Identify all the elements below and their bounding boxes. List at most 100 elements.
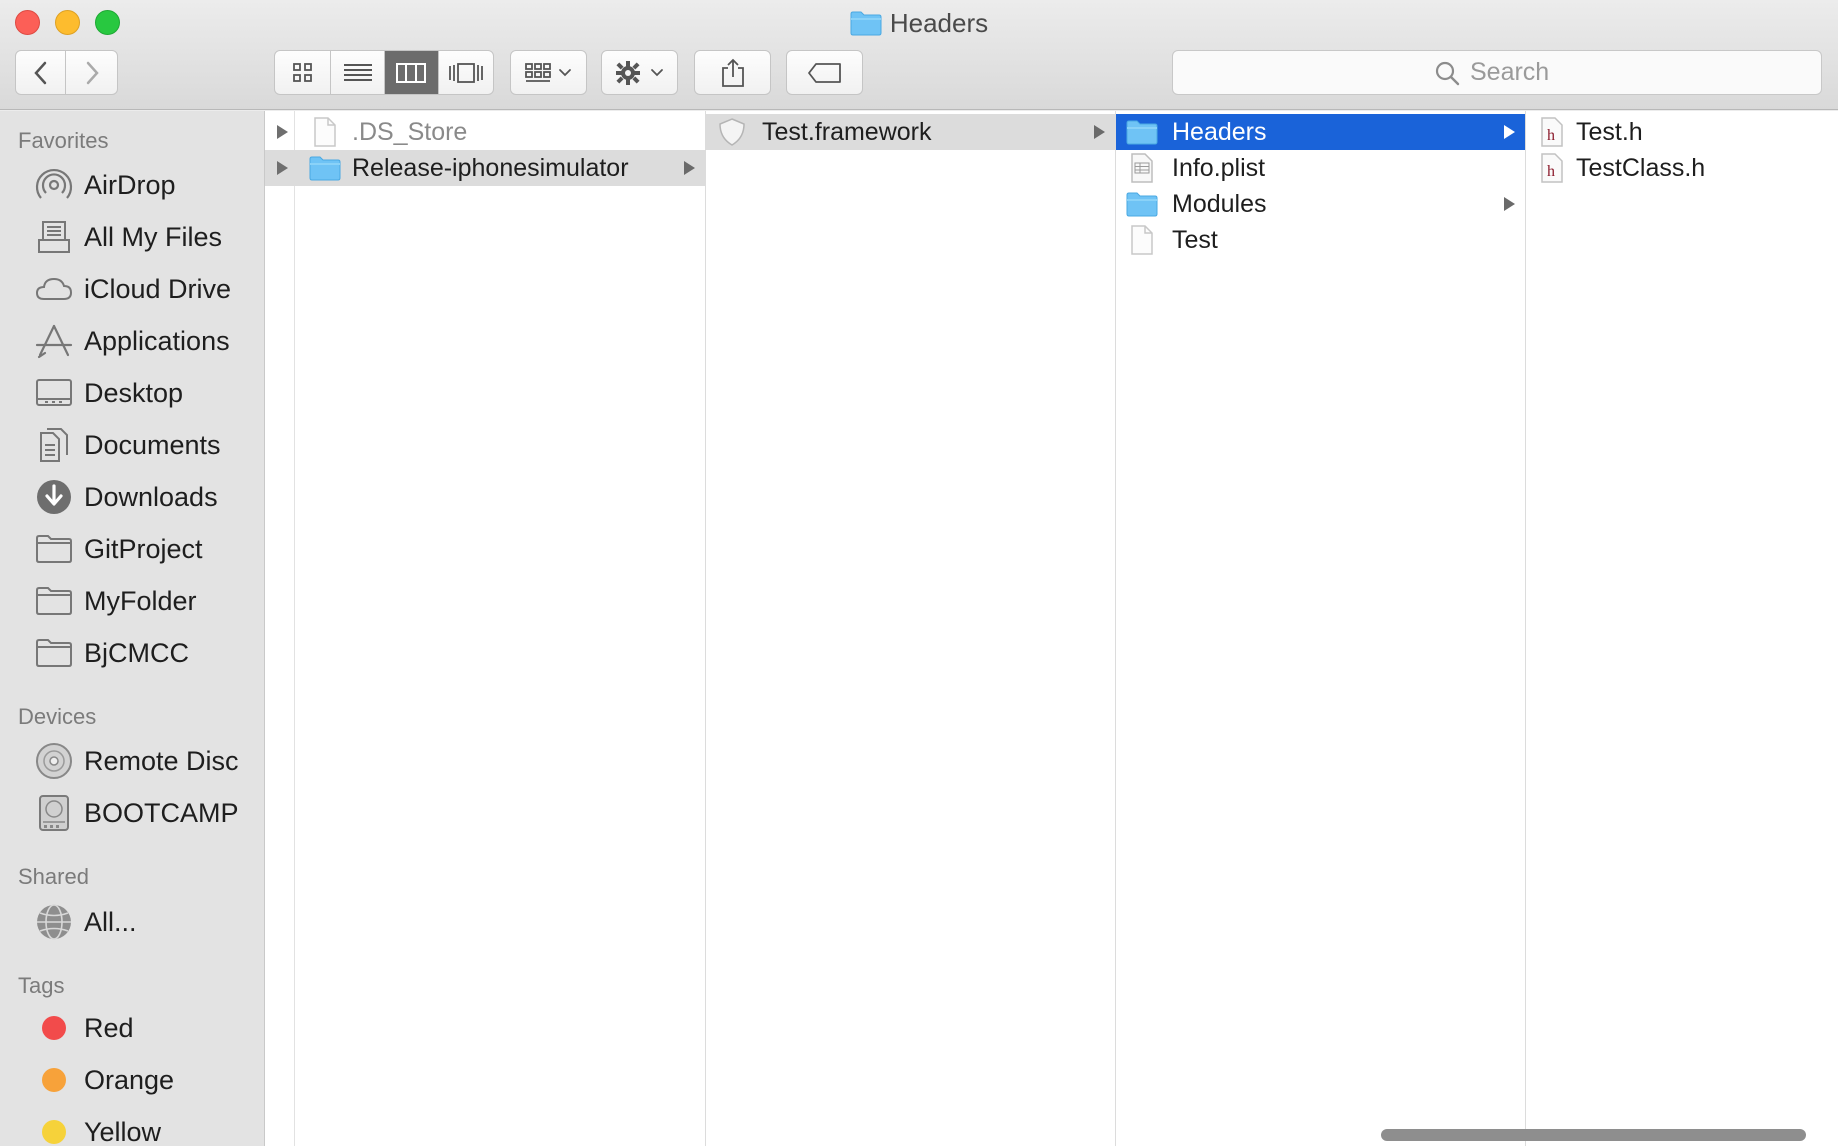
tags-heading: Tags bbox=[18, 973, 65, 998]
sidebar-item-downloads[interactable]: Downloads bbox=[0, 473, 264, 521]
applications-icon bbox=[34, 321, 74, 361]
sidebar-item-desktop[interactable]: Desktop bbox=[0, 369, 264, 417]
airdrop-icon bbox=[34, 165, 74, 205]
sidebar-item-label: AirDrop bbox=[84, 169, 176, 200]
disclosure-triangle[interactable] bbox=[277, 125, 288, 139]
icon-view-icon bbox=[292, 62, 312, 82]
sidebar-tag-yellow[interactable]: Yellow bbox=[0, 1108, 264, 1146]
list-item-test[interactable]: Test bbox=[1116, 222, 1525, 258]
documents-icon bbox=[34, 425, 74, 465]
cover-flow-view-button[interactable] bbox=[439, 51, 493, 94]
item-label: Headers bbox=[1172, 117, 1267, 146]
item-label: Modules bbox=[1172, 189, 1267, 218]
sidebar-item-label: All My Files bbox=[84, 221, 223, 252]
file-icon bbox=[1126, 225, 1158, 255]
item-label: Test.framework bbox=[762, 117, 932, 146]
folder-icon bbox=[34, 633, 74, 673]
column-gutter bbox=[294, 111, 295, 1146]
folder-icon bbox=[34, 529, 74, 569]
tag-color-dot bbox=[34, 1112, 74, 1146]
navigation-buttons bbox=[15, 50, 118, 95]
sidebar-item-label: Applications bbox=[84, 325, 230, 356]
sidebar-tag-orange[interactable]: Orange bbox=[0, 1056, 264, 1104]
chevron-left-icon bbox=[33, 61, 46, 84]
folder-icon bbox=[309, 154, 341, 182]
sidebar-item-bootcamp[interactable]: BOOTCAMP bbox=[0, 789, 264, 837]
list-item-info-plist[interactable]: Info.plist bbox=[1116, 150, 1525, 186]
sidebar-item-label: GitProject bbox=[84, 533, 203, 564]
sidebar-item-shared-all[interactable]: All... bbox=[0, 898, 264, 946]
list-view-button[interactable] bbox=[331, 51, 385, 94]
sidebar-item-label: Orange bbox=[84, 1064, 175, 1095]
sidebar-item-label: Downloads bbox=[84, 481, 218, 512]
search-input[interactable] bbox=[1470, 58, 1560, 87]
list-item-test-h[interactable]: h Test.h bbox=[1526, 114, 1838, 150]
list-item-testclass-h[interactable]: h TestClass.h bbox=[1526, 150, 1838, 186]
item-label: TestClass.h bbox=[1576, 153, 1706, 182]
cloud-icon bbox=[34, 269, 74, 309]
sidebar-item-label: MyFolder bbox=[84, 585, 197, 616]
desktop-icon bbox=[34, 373, 74, 413]
forward-button[interactable] bbox=[66, 51, 117, 94]
item-label: Test.h bbox=[1576, 117, 1643, 146]
column-arrow-icon bbox=[1094, 125, 1105, 139]
list-view-icon bbox=[343, 63, 372, 81]
folder-icon bbox=[1126, 190, 1158, 218]
browser-column-1: .DS_Store Release-iphonesimulator bbox=[265, 111, 706, 1146]
browser-column-3: Headers Info.plist Modules Test bbox=[1116, 111, 1526, 1146]
edit-tags-button[interactable] bbox=[786, 50, 863, 95]
cover-flow-icon bbox=[448, 62, 483, 83]
sidebar-item-label: Remote Disc bbox=[84, 745, 239, 776]
sidebar-item-applications[interactable]: Applications bbox=[0, 317, 264, 365]
share-button[interactable] bbox=[694, 50, 771, 95]
list-item-headers[interactable]: Headers bbox=[1116, 114, 1525, 150]
folder-icon bbox=[850, 10, 882, 36]
column-arrow-icon bbox=[684, 161, 695, 175]
item-label: Test bbox=[1172, 225, 1218, 254]
tag-color-dot bbox=[34, 1008, 74, 1048]
list-item-test-framework[interactable]: Test.framework bbox=[706, 114, 1115, 150]
search-field[interactable] bbox=[1172, 50, 1822, 95]
arrange-button[interactable] bbox=[510, 50, 587, 95]
list-item-release-iphonesimulator[interactable]: Release-iphonesimulator bbox=[265, 150, 705, 186]
action-menu-button[interactable] bbox=[601, 50, 678, 95]
sidebar-item-airdrop[interactable]: AirDrop bbox=[0, 161, 264, 209]
arrange-grid-icon bbox=[524, 62, 571, 82]
chevron-right-icon bbox=[86, 61, 99, 84]
list-item-ds-store[interactable]: .DS_Store bbox=[265, 114, 705, 150]
item-label: Info.plist bbox=[1172, 153, 1266, 182]
back-button[interactable] bbox=[16, 51, 67, 94]
item-label: Release-iphonesimulator bbox=[352, 153, 629, 182]
svg-text:h: h bbox=[1547, 163, 1555, 180]
shared-heading: Shared bbox=[18, 864, 89, 889]
sidebar-item-myfolder[interactable]: MyFolder bbox=[0, 577, 264, 625]
disclosure-triangle[interactable] bbox=[277, 161, 288, 175]
folder-icon bbox=[34, 581, 74, 621]
column-arrow-icon bbox=[1504, 197, 1515, 211]
sidebar-item-icloud-drive[interactable]: iCloud Drive bbox=[0, 265, 264, 313]
hard-drive-icon bbox=[34, 793, 74, 833]
sidebar-item-label: iCloud Drive bbox=[84, 273, 232, 304]
sidebar-item-remote-disc[interactable]: Remote Disc bbox=[0, 737, 264, 785]
view-mode-selector bbox=[274, 50, 494, 95]
sidebar-item-documents[interactable]: Documents bbox=[0, 421, 264, 469]
sidebar: Favorites AirDrop All My Files iCloud Dr… bbox=[0, 111, 265, 1146]
sidebar-item-gitproject[interactable]: GitProject bbox=[0, 525, 264, 573]
sidebar-item-bjcmcc[interactable]: BjCMCC bbox=[0, 629, 264, 677]
horizontal-scrollbar[interactable] bbox=[1381, 1129, 1806, 1141]
file-icon bbox=[309, 117, 341, 147]
header-file-icon: h bbox=[1536, 153, 1568, 183]
sidebar-tag-red[interactable]: Red bbox=[0, 1004, 264, 1052]
sidebar-item-label: Documents bbox=[84, 429, 221, 460]
sidebar-item-all-my-files[interactable]: All My Files bbox=[0, 213, 264, 261]
sidebar-item-label: BOOTCAMP bbox=[84, 797, 239, 828]
gear-icon bbox=[615, 60, 663, 85]
share-icon bbox=[721, 58, 744, 87]
item-label: .DS_Store bbox=[352, 117, 468, 146]
column-view-button[interactable] bbox=[385, 51, 439, 94]
icon-view-button[interactable] bbox=[275, 51, 332, 94]
list-item-modules[interactable]: Modules bbox=[1116, 186, 1525, 222]
network-icon bbox=[34, 902, 74, 942]
devices-heading: Devices bbox=[18, 704, 97, 729]
column-arrow-icon bbox=[1504, 125, 1515, 139]
